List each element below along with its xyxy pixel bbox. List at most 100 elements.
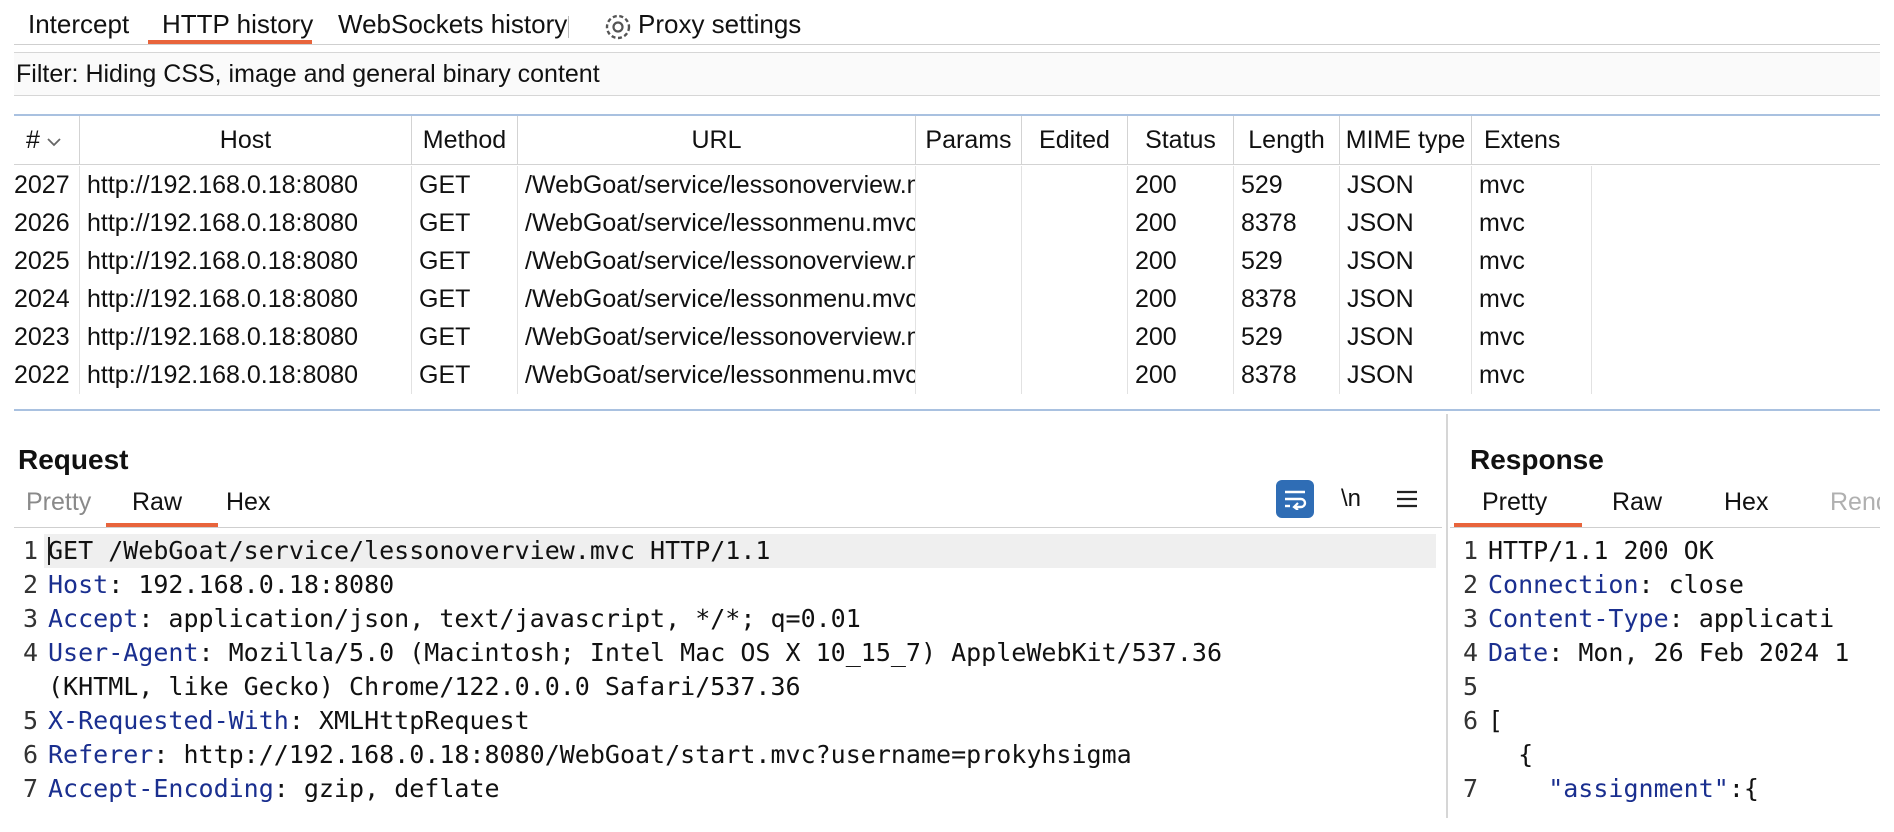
header-value: { (1488, 740, 1534, 769)
cell-url: /WebGoat/service/lessonmenu.mvc (518, 204, 916, 242)
cell-length: 529 (1234, 242, 1340, 280)
column-header-mime-type[interactable]: MIME type (1340, 116, 1472, 164)
cell-params (916, 280, 1022, 318)
header-value: : http://192.168.0.18:8080/WebGoat/start… (153, 740, 1132, 769)
menu-icon[interactable] (1388, 480, 1426, 518)
column-header-host[interactable]: Host (80, 116, 412, 164)
column-header-method[interactable]: Method (412, 116, 518, 164)
line-content: { (1488, 738, 1533, 772)
table-row[interactable]: 2025 http://192.168.0.18:8080 GET/WebGoat/… (14, 242, 1880, 280)
table-header: # Host Method URL Params Edited Status L… (14, 116, 1880, 165)
line-content: Content-Type: applicati (1488, 602, 1834, 636)
code-line: 2 Host: 192.168.0.18:8080 (14, 568, 1442, 602)
table-row[interactable]: 2027 http://192.168.0.18:8080 GET/WebGoat/… (14, 166, 1880, 204)
header-name: Date (1488, 638, 1549, 667)
cell-host: http://192.168.0.18:8080 (80, 242, 412, 280)
response-tab-divider (1450, 527, 1880, 528)
table-row[interactable]: 2022 http://192.168.0.18:8080 GET/WebGoat/… (14, 356, 1880, 394)
code-line: 5 (1454, 670, 1880, 704)
response-tab-raw[interactable]: Raw (1612, 480, 1662, 524)
column-header-status[interactable]: Status (1128, 116, 1234, 164)
tab-http-history-label: HTTP history (162, 14, 314, 39)
header-name: Referer (48, 740, 154, 769)
cell-method: GET (412, 280, 518, 318)
proxy-tabbar: Intercept HTTP history WebSockets histor… (14, 14, 1880, 45)
cell-extension: mvc (1472, 204, 1592, 242)
column-header-edited[interactable]: Edited (1022, 116, 1128, 164)
header-name: Content-Type (1488, 604, 1669, 633)
cell-method: GET (412, 242, 518, 280)
cell-edited (1022, 204, 1128, 242)
code-line: 6 Referer: http://192.168.0.18:8080/WebGo… (14, 738, 1442, 772)
column-header-params[interactable]: Params (916, 116, 1022, 164)
response-title: Response (1470, 444, 1604, 475)
tab-websockets-history[interactable]: WebSockets history (338, 14, 567, 44)
line-content: Date: Mon, 26 Feb 2024 1 (1488, 636, 1849, 670)
cell-status: 200 (1128, 280, 1234, 318)
line-number: 3 (1462, 604, 1478, 633)
cell-status: 200 (1128, 318, 1234, 356)
cell-mime-type: JSON (1340, 242, 1472, 280)
header-name: "assignment" (1488, 774, 1729, 803)
filter-text: Filter: Hiding CSS, image and general bi… (16, 60, 600, 88)
filter-bar[interactable]: Filter: Hiding CSS, image and general bi… (14, 52, 1880, 96)
wrap-lines-icon[interactable] (1276, 480, 1314, 518)
response-editor[interactable]: 1 HTTP/1.1 200 OK 2 Connection: close 3 Conte… (1454, 534, 1880, 818)
table-row[interactable]: 2026 http://192.168.0.18:8080 GET/WebGoat/… (14, 204, 1880, 242)
response-tab-hex[interactable]: Hex (1724, 480, 1768, 524)
column-header-length[interactable]: Length (1234, 116, 1340, 164)
line-number: 2 (1462, 570, 1478, 599)
request-tab-hex[interactable]: Hex (226, 480, 270, 524)
column-header-extension[interactable]: Extens (1472, 116, 1592, 164)
request-tab-pretty[interactable]: Pretty (26, 480, 91, 524)
newline-toggle-button[interactable]: \n (1332, 480, 1370, 518)
line-content: [ (1488, 704, 1503, 738)
line-content: Connection: close (1488, 568, 1744, 602)
table-row[interactable]: 2023 http://192.168.0.18:8080 GET/WebGoat/… (14, 318, 1880, 356)
request-tab-raw[interactable]: Raw (132, 480, 182, 524)
column-number-label: # (26, 126, 40, 154)
column-header-number[interactable]: # (14, 116, 80, 164)
header-value: : Mozilla/5.0 (Macintosh; Intel Mac OS X… (198, 638, 1223, 667)
code-line: 2 Connection: close (1454, 568, 1880, 602)
code-line: (KHTML, like Gecko) Chrome/122.0.0.0 Saf… (14, 670, 1442, 704)
line-number: 5 (1462, 672, 1478, 701)
code-line: 7 Accept-Encoding: gzip, deflate (14, 772, 1442, 806)
line-number: 3 (22, 604, 38, 633)
header-value: : close (1638, 570, 1744, 599)
tab-intercept-label: Intercept (28, 14, 130, 39)
cell-url: /WebGoat/service/lessonmenu.mvc (518, 280, 916, 318)
cell-extension: mvc (1472, 318, 1592, 356)
column-mime-label: MIME type (1345, 126, 1466, 154)
pane-splitter[interactable] (1446, 414, 1448, 818)
cell-status: 200 (1128, 204, 1234, 242)
response-tab-render[interactable]: Rend (1830, 480, 1880, 524)
code-line: 1 GET /WebGoat/service/lessonoverview.mvc… (14, 534, 1442, 568)
request-editor[interactable]: 1 GET /WebGoat/service/lessonoverview.mvc… (14, 534, 1442, 818)
table-row[interactable]: 2024 http://192.168.0.18:8080 GET/WebGoat/… (14, 280, 1880, 318)
column-extension-label: Extens (1484, 126, 1561, 154)
line-content: HTTP/1.1 200 OK (1488, 534, 1714, 568)
header-value: : 192.168.0.18:8080 (108, 570, 395, 599)
cell-host: http://192.168.0.18:8080 (80, 280, 412, 318)
response-tab-pretty[interactable]: Pretty (1482, 480, 1547, 524)
cell-mime-type: JSON (1340, 166, 1472, 204)
cell-mime-type: JSON (1340, 204, 1472, 242)
code-line: 7 "assignment":{ (1454, 772, 1880, 806)
tab-proxy-settings[interactable]: Proxy settings (638, 14, 801, 44)
column-params-label: Params (925, 126, 1012, 154)
cell-edited (1022, 318, 1128, 356)
column-header-url[interactable]: URL (518, 116, 916, 164)
cell-mime-type: JSON (1340, 356, 1472, 394)
cell-status: 200 (1128, 166, 1234, 204)
line-number: 7 (22, 774, 38, 803)
line-content: X-Requested-With: XMLHttpRequest (48, 704, 530, 738)
tab-intercept[interactable]: Intercept (28, 14, 129, 44)
gear-icon[interactable] (602, 14, 634, 44)
request-title: Request (18, 444, 129, 475)
header-value: GET /WebGoat/service/lessonoverview.mvc … (48, 536, 771, 565)
code-line: 5 X-Requested-With: XMLHttpRequest (14, 704, 1442, 738)
cell-extension: mvc (1472, 242, 1592, 280)
header-value: [ (1488, 706, 1504, 735)
line-content: User-Agent: Mozilla/5.0 (Macintosh; Inte… (48, 636, 1222, 670)
